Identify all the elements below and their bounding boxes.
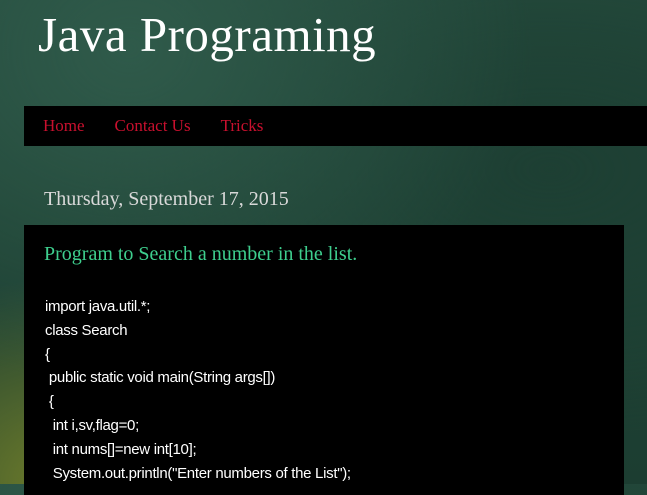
code-line: int nums[]=new int[10]; [45,440,197,458]
code-line: { [45,393,54,411]
code-line: System.out.println("Enter numbers of the… [45,464,351,482]
nav-tricks-link[interactable]: Tricks [221,116,264,136]
post-container: Program to Search a number in the list. … [24,225,624,495]
code-block: import java.util.*; class Search { public … [45,295,351,485]
post-title[interactable]: Program to Search a number in the list. [44,243,357,266]
code-line: class Search [45,321,128,339]
code-line: { [45,345,50,363]
code-line: int i,sv,flag=0; [45,416,140,434]
nav-contact-us-link[interactable]: Contact Us [115,116,191,136]
blog-title[interactable]: Java Programing [38,6,376,63]
nav-bar: Home Contact Us Tricks [24,106,647,146]
post-date: Thursday, September 17, 2015 [44,188,289,210]
nav-home-link[interactable]: Home [43,116,85,136]
code-line: public static void main(String args[]) [45,369,276,387]
code-line: import java.util.*; [45,298,151,315]
